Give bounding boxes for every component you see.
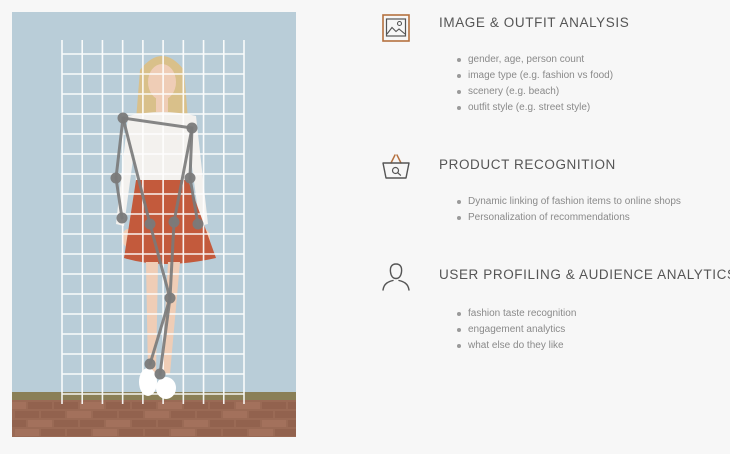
brick (223, 429, 247, 436)
feature-list: fashion taste recognition engagement ana… (454, 306, 576, 354)
brick (93, 411, 117, 418)
brick (275, 429, 296, 436)
brick (145, 411, 169, 418)
list-item: engagement analytics (456, 322, 576, 338)
brick (288, 420, 296, 427)
brick (145, 429, 169, 436)
brick (15, 429, 39, 436)
brick (262, 420, 286, 427)
skeleton-joint (116, 212, 128, 224)
photo-canvas (12, 12, 296, 437)
list-item: fashion taste recognition (456, 306, 576, 322)
brick (12, 402, 26, 409)
brick (210, 420, 234, 427)
list-item: outfit style (e.g. street style) (456, 100, 613, 116)
image-icon (382, 14, 410, 42)
list-item: image type (e.g. fashion vs food) (456, 68, 613, 84)
brick (12, 420, 26, 427)
brick (106, 402, 130, 409)
skeleton-joint (117, 112, 129, 124)
brick (236, 420, 260, 427)
brick (275, 411, 296, 418)
pose-estimation-photo (12, 12, 296, 437)
brick (132, 420, 156, 427)
skeleton-joint (154, 368, 166, 380)
brick (236, 402, 260, 409)
list-item: Dynamic linking of fashion items to onli… (457, 194, 681, 210)
brick (171, 429, 195, 436)
list-item: what else do they like (456, 338, 576, 354)
list-item: Personalization of recommendations (457, 210, 681, 226)
brick (93, 429, 117, 436)
brick (54, 420, 78, 427)
brick (158, 402, 182, 409)
brick (158, 420, 182, 427)
list-item: gender, age, person count (456, 52, 613, 68)
feature-title: USER PROFILING & AUDIENCE ANALYTICS (439, 267, 730, 282)
brick (197, 429, 221, 436)
skeleton-joint (192, 218, 204, 230)
left-sneaker (139, 368, 157, 396)
right-sneaker (156, 377, 176, 399)
feature-title: IMAGE & OUTFIT ANALYSIS (439, 15, 630, 30)
brick (249, 411, 273, 418)
skeleton-joint (186, 122, 198, 134)
feature-list: Dynamic linking of fashion items to onli… (454, 194, 681, 226)
brick (41, 429, 65, 436)
skeleton-joint (144, 218, 156, 230)
brick (67, 429, 91, 436)
brick (249, 429, 273, 436)
brick (106, 420, 130, 427)
brick (41, 411, 65, 418)
skeleton-joint (144, 358, 156, 370)
brick (132, 402, 156, 409)
brick (119, 429, 143, 436)
brick (184, 402, 208, 409)
brick (288, 402, 296, 409)
brick (210, 402, 234, 409)
skeleton-joint (168, 216, 180, 228)
brick (80, 402, 104, 409)
brick (54, 402, 78, 409)
brick (223, 411, 247, 418)
brick (67, 411, 91, 418)
brick (184, 420, 208, 427)
brick (15, 411, 39, 418)
brick (171, 411, 195, 418)
skeleton-joint (184, 172, 196, 184)
brick (28, 402, 52, 409)
neck (156, 98, 168, 112)
brick (262, 402, 286, 409)
brick (28, 420, 52, 427)
skeleton-joint (164, 292, 176, 304)
brick (119, 411, 143, 418)
feature-list: gender, age, person count image type (e.… (454, 52, 613, 116)
brick (80, 420, 104, 427)
brick (197, 411, 221, 418)
skeleton-joint (110, 172, 122, 184)
list-item: scenery (e.g. beach) (456, 84, 613, 100)
feature-title: PRODUCT RECOGNITION (439, 157, 616, 172)
page: IMAGE & OUTFIT ANALYSIS gender, age, per… (0, 0, 730, 454)
shopping-basket-search-icon (382, 154, 410, 179)
user-profile-icon (382, 263, 410, 291)
